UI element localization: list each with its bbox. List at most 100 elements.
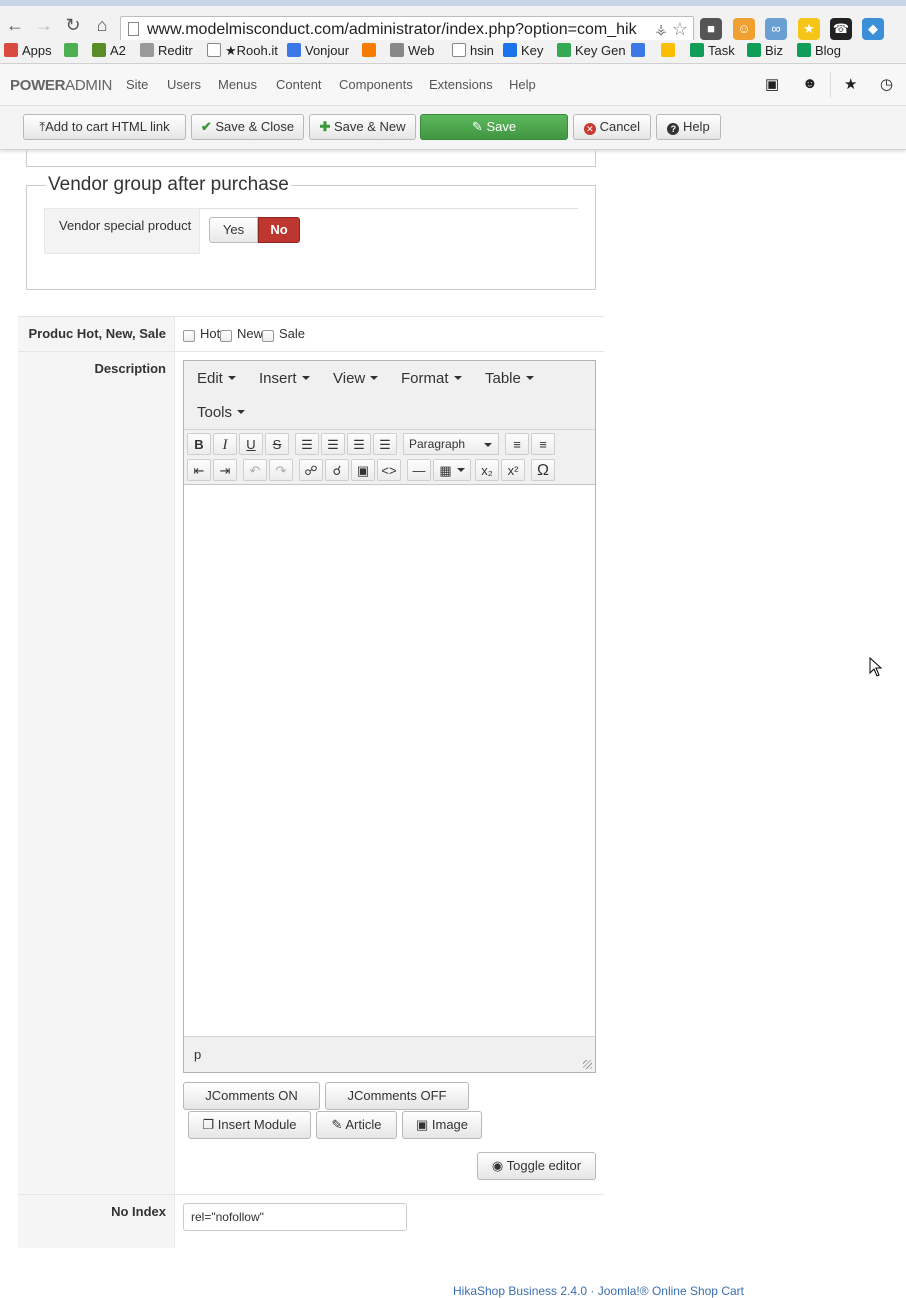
- bookmark-item[interactable]: Biz: [747, 43, 783, 58]
- editor-menu-format[interactable]: Format: [401, 370, 462, 387]
- menu-menus[interactable]: Menus: [218, 77, 257, 92]
- jcomments-on-button[interactable]: JComments ON: [183, 1082, 320, 1110]
- vendor-special-no-button[interactable]: No: [258, 217, 300, 243]
- bookmark-item[interactable]: Vonjour: [287, 43, 349, 58]
- star-icon[interactable]: ★: [844, 75, 857, 93]
- menu-extensions[interactable]: Extensions: [429, 77, 493, 92]
- insert-module-button[interactable]: ❐ Insert Module: [188, 1111, 311, 1139]
- url-text[interactable]: www.modelmisconduct.com/administrator/in…: [147, 21, 647, 39]
- link-extension-icon[interactable]: ∞: [765, 18, 787, 40]
- jcomments-off-button[interactable]: JComments OFF: [325, 1082, 469, 1110]
- home-icon[interactable]: ⌂: [91, 14, 113, 36]
- sale-checkbox[interactable]: [262, 330, 274, 342]
- superscript-icon[interactable]: x²: [501, 459, 525, 481]
- link-icon[interactable]: ☍: [299, 459, 323, 481]
- bookmark-item[interactable]: hsin: [452, 43, 494, 58]
- italic-icon[interactable]: I: [213, 433, 237, 455]
- no-index-input[interactable]: rel="nofollow": [183, 1203, 407, 1231]
- resize-handle-icon[interactable]: [583, 1060, 592, 1069]
- bookmark-item[interactable]: Key Gen: [557, 43, 626, 58]
- add-to-cart-label: Add to cart HTML link: [45, 119, 170, 134]
- align-right-icon[interactable]: ☰: [347, 433, 371, 455]
- extension-icon[interactable]: ☺: [733, 18, 755, 40]
- extension-icon[interactable]: ★: [798, 18, 820, 40]
- brand-light: ADMIN: [65, 77, 113, 94]
- reload-icon[interactable]: ↻: [62, 14, 84, 36]
- image-button[interactable]: ▣ Image: [402, 1111, 482, 1139]
- bookmark-item[interactable]: [362, 43, 380, 58]
- editor-menu-insert[interactable]: Insert: [259, 370, 310, 387]
- outdent-icon[interactable]: ⇤: [187, 459, 211, 481]
- new-checkbox[interactable]: [220, 330, 232, 342]
- image-icon[interactable]: ▣: [351, 459, 375, 481]
- horizontal-rule-icon[interactable]: —: [407, 459, 431, 481]
- address-bar[interactable]: www.modelmisconduct.com/administrator/in…: [120, 16, 694, 43]
- back-icon[interactable]: ←: [4, 14, 26, 36]
- monitor-icon[interactable]: ▣: [765, 75, 779, 93]
- menu-content[interactable]: Content: [276, 77, 322, 92]
- vendor-special-yes-button[interactable]: Yes: [209, 217, 258, 243]
- menu-components[interactable]: Components: [339, 77, 413, 92]
- save-close-label: Save & Close: [215, 119, 295, 134]
- key-icon[interactable]: ⚶: [655, 21, 667, 38]
- editor-element-path[interactable]: p: [194, 1047, 201, 1062]
- hot-checkbox[interactable]: [183, 330, 195, 342]
- unlink-icon[interactable]: ☌: [325, 459, 349, 481]
- bookmark-item[interactable]: A2: [92, 43, 126, 58]
- bookmark-item[interactable]: Apps: [4, 43, 52, 58]
- bookmark-item[interactable]: [64, 43, 82, 58]
- cancel-button[interactable]: ✕ Cancel: [573, 114, 651, 140]
- editor-content-area[interactable]: [184, 485, 595, 1036]
- strikethrough-icon[interactable]: S: [265, 433, 289, 455]
- align-justify-icon[interactable]: ☰: [373, 433, 397, 455]
- add-to-cart-link-button[interactable]: ⤒Add to cart HTML link: [23, 114, 186, 140]
- footer-link[interactable]: HikaShop Business 2.4.0 · Joomla!® Onlin…: [453, 1284, 744, 1298]
- undo-icon[interactable]: ↶: [243, 459, 267, 481]
- block-format-select[interactable]: Paragraph: [403, 433, 499, 455]
- article-button[interactable]: ✎ Article: [316, 1111, 397, 1139]
- editor-menu-view[interactable]: View: [333, 370, 379, 387]
- table-icon[interactable]: ▦: [433, 459, 471, 481]
- special-character-icon[interactable]: Ω: [531, 459, 555, 481]
- menu-help[interactable]: Help: [509, 77, 536, 92]
- forward-icon[interactable]: →: [33, 14, 55, 36]
- bold-icon[interactable]: B: [187, 433, 211, 455]
- help-button[interactable]: ? Help: [656, 114, 721, 140]
- sale-label[interactable]: Sale: [279, 326, 305, 341]
- save-new-button[interactable]: ✚ Save & New: [309, 114, 416, 140]
- align-left-icon[interactable]: ☰: [295, 433, 319, 455]
- new-label[interactable]: New: [237, 326, 263, 341]
- editor-menu-table[interactable]: Table: [485, 370, 534, 387]
- hot-label[interactable]: Hot: [200, 326, 220, 341]
- clock-icon[interactable]: ◷: [880, 75, 893, 93]
- numbered-list-icon[interactable]: ≡: [531, 433, 555, 455]
- subscript-icon[interactable]: x₂: [475, 459, 499, 481]
- save-button[interactable]: ✎ Save: [420, 114, 568, 140]
- extension-icon[interactable]: ◆: [862, 18, 884, 40]
- bookmark-item[interactable]: Reditr: [140, 43, 193, 58]
- redo-icon[interactable]: ↷: [269, 459, 293, 481]
- bookmark-item[interactable]: ★Rooh.it: [207, 43, 278, 59]
- menu-site[interactable]: Site: [126, 77, 148, 92]
- bookmark-item[interactable]: Key: [503, 43, 543, 58]
- menu-users[interactable]: Users: [167, 77, 201, 92]
- editor-menu-tools[interactable]: Tools: [197, 404, 246, 421]
- bookmark-item[interactable]: Blog: [797, 43, 841, 58]
- bullet-list-icon[interactable]: ≡: [505, 433, 529, 455]
- extension-icon[interactable]: ■: [700, 18, 722, 40]
- bookmark-item[interactable]: [661, 43, 679, 58]
- save-close-button[interactable]: ✔ Save & Close: [191, 114, 304, 140]
- code-icon[interactable]: <>: [377, 459, 401, 481]
- brand-logo[interactable]: POWERADMIN: [10, 77, 112, 94]
- editor-menu-edit[interactable]: Edit: [197, 370, 236, 387]
- toggle-editor-button[interactable]: ◉ Toggle editor: [477, 1152, 596, 1180]
- underline-icon[interactable]: U: [239, 433, 263, 455]
- bookmark-item[interactable]: Web: [390, 43, 435, 58]
- user-icon[interactable]: ☻: [802, 75, 818, 92]
- indent-icon[interactable]: ⇥: [213, 459, 237, 481]
- bookmark-item[interactable]: [631, 43, 649, 58]
- phone-extension-icon[interactable]: ☎: [830, 18, 852, 40]
- bookmark-item[interactable]: Task: [690, 43, 735, 58]
- bookmark-star-icon[interactable]: ☆: [672, 19, 688, 40]
- align-center-icon[interactable]: ☰: [321, 433, 345, 455]
